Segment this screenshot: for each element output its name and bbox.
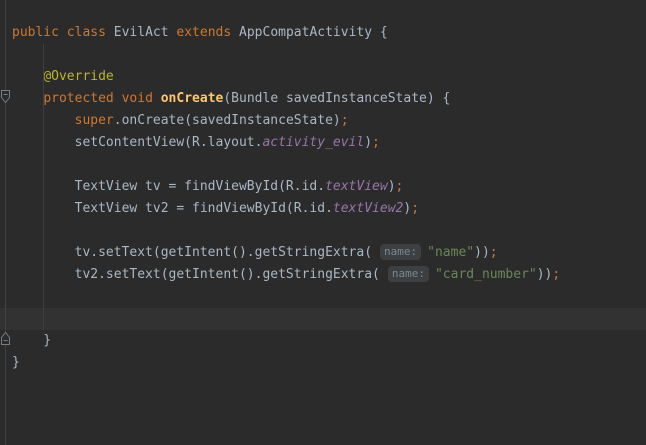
- code-line[interactable]: TextView tv2 = findViewById(R.id.textVie…: [12, 198, 560, 220]
- code-line[interactable]: [12, 220, 560, 242]
- code-token-string: "name": [427, 245, 474, 260]
- fold-collapse-end-icon[interactable]: [0, 331, 11, 346]
- code-line[interactable]: setContentView(R.layout.activity_evil);: [12, 132, 560, 154]
- code-token-keyword: protected: [43, 91, 113, 106]
- code-token-field: textView: [325, 179, 388, 194]
- code-token-plain: ): [364, 135, 372, 150]
- code-token-keyword: class: [67, 25, 106, 40]
- code-token-method: onCreate: [161, 91, 224, 106]
- code-line[interactable]: @Override: [12, 66, 560, 88]
- code-token-field: activity_evil: [262, 135, 364, 150]
- code-line[interactable]: }: [12, 330, 560, 352]
- fold-collapse-start-icon[interactable]: [0, 89, 11, 104]
- java-code-editor[interactable]: public class EvilAct extends AppCompatAc…: [0, 0, 646, 445]
- code-line[interactable]: public class EvilAct extends AppCompatAc…: [12, 22, 560, 44]
- code-line[interactable]: tv2.setText(getIntent().getStringExtra( n…: [12, 264, 560, 286]
- code-token-plain: tv.setText(getIntent().getStringExtra(: [12, 245, 372, 260]
- code-token-string: "card_number": [435, 267, 537, 282]
- code-line[interactable]: [12, 286, 560, 308]
- code-token-plain: tv2.setText(getIntent().getStringExtra(: [12, 267, 380, 282]
- code-token-plain: }: [12, 355, 20, 370]
- code-token-plain: ): [388, 179, 396, 194]
- code-token-plain: .onCreate(savedInstanceState): [114, 113, 341, 128]
- code-token-field: textView2: [333, 201, 403, 216]
- code-token-semicolon: ;: [341, 113, 349, 128]
- code-token-keyword: public: [12, 25, 59, 40]
- code-area[interactable]: public class EvilAct extends AppCompatAc…: [12, 22, 560, 374]
- code-token-plain: [114, 91, 122, 106]
- code-token-plain: [12, 91, 43, 106]
- code-token-keyword: super: [75, 113, 114, 128]
- code-token-plain: [12, 69, 43, 84]
- code-line[interactable]: TextView tv = findViewById(R.id.textView…: [12, 176, 560, 198]
- code-line[interactable]: [12, 308, 560, 330]
- inlay-hint-name: name:: [380, 244, 421, 260]
- code-line[interactable]: protected void onCreate(Bundle savedInst…: [12, 88, 560, 110]
- code-line[interactable]: [12, 154, 560, 176]
- code-token-plain: }: [12, 333, 51, 348]
- code-token-plain: [153, 91, 161, 106]
- code-token-semicolon: ;: [411, 201, 419, 216]
- code-token-semicolon: ;: [372, 135, 380, 150]
- code-token-plain: setContentView(R.layout.: [12, 135, 262, 150]
- code-token-semicolon: ;: [552, 267, 560, 282]
- code-token-plain: TextView tv2 = findViewById(R.id.: [12, 201, 333, 216]
- code-token-plain: )): [474, 245, 490, 260]
- code-line[interactable]: super.onCreate(savedInstanceState);: [12, 110, 560, 132]
- code-token-plain: TextView tv = findViewById(R.id.: [12, 179, 325, 194]
- code-token-keyword: void: [122, 91, 153, 106]
- code-line[interactable]: [12, 44, 560, 66]
- indent-guide: [43, 44, 44, 330]
- code-token-semicolon: ;: [396, 179, 404, 194]
- code-token-plain: [59, 25, 67, 40]
- code-token-semicolon: ;: [490, 245, 498, 260]
- code-token-keyword: extends: [176, 25, 231, 40]
- code-token-plain: (Bundle savedInstanceState) {: [223, 91, 450, 106]
- code-token-annotation: @Override: [43, 69, 113, 84]
- gutter-border: [5, 0, 6, 445]
- code-token-plain: )): [537, 267, 553, 282]
- inlay-hint-name: name:: [388, 266, 429, 282]
- code-line[interactable]: }: [12, 352, 560, 374]
- code-token-plain: AppCompatActivity {: [231, 25, 388, 40]
- code-token-plain: EvilAct: [106, 25, 176, 40]
- code-line[interactable]: tv.setText(getIntent().getStringExtra( na…: [12, 242, 560, 264]
- code-token-plain: ): [403, 201, 411, 216]
